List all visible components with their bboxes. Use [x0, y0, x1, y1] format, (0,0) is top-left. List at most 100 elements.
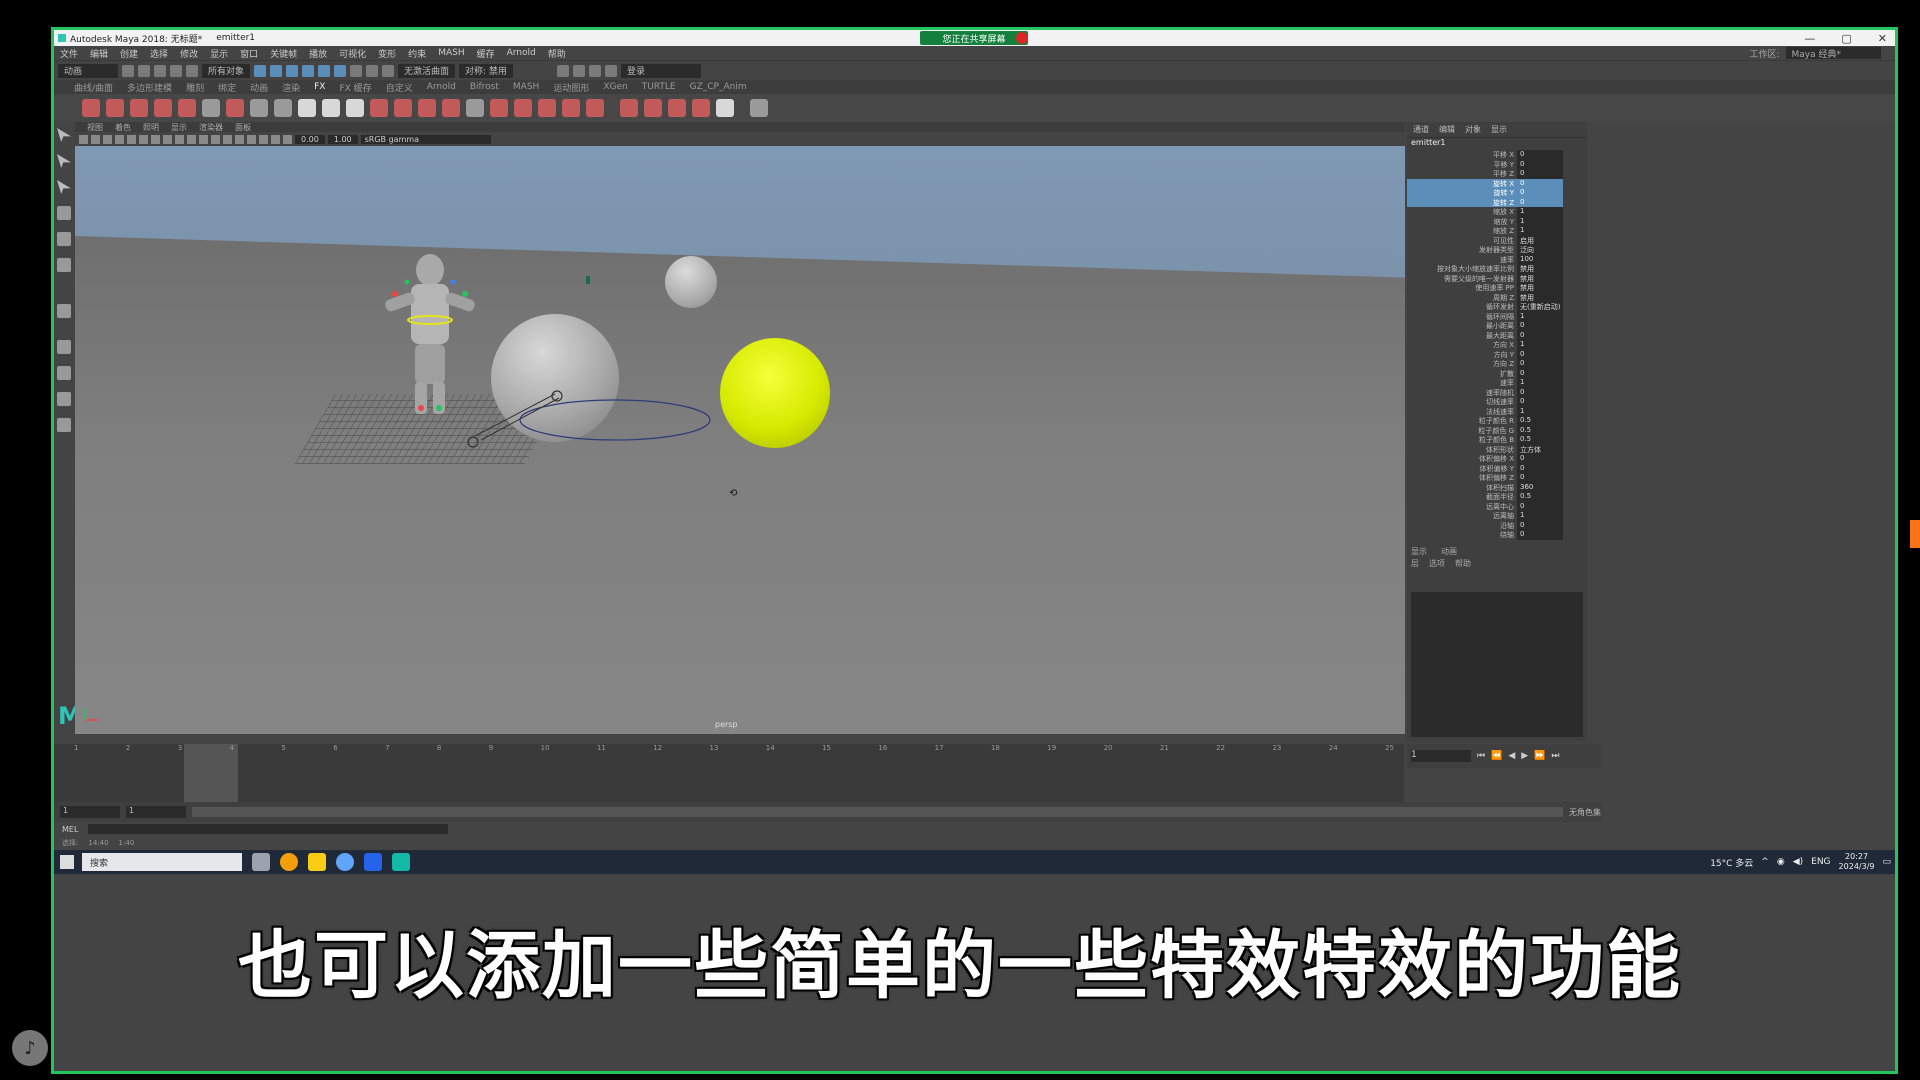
menu-item-7[interactable]: 关键帧 [270, 47, 297, 60]
rigid3-icon[interactable] [514, 99, 532, 117]
attribute-row[interactable]: 方向 X1 [1407, 340, 1587, 350]
range-start-field[interactable]: 1 [60, 806, 120, 818]
shelf-tab-2[interactable]: 雕刻 [186, 81, 204, 94]
attribute-row[interactable]: 速率随机 0 [1407, 387, 1587, 398]
symmetry-dropdown[interactable]: 对称: 禁用 [459, 63, 513, 78]
shelf-tab-8[interactable]: 自定义 [386, 81, 413, 94]
image-plane-icon[interactable] [115, 134, 124, 144]
attribute-value[interactable]: 0 [1517, 169, 1563, 179]
attribute-name[interactable]: 粒子颜色 B [1407, 435, 1517, 445]
snap-grid-icon[interactable] [302, 64, 315, 77]
undo-icon[interactable] [170, 64, 182, 77]
select-hierarchy-icon[interactable] [254, 64, 267, 77]
perspective-viewport[interactable]: ⟲ persp [75, 146, 1405, 734]
gamma-field[interactable]: 1.00 [327, 134, 358, 144]
attribute-row[interactable]: 平移 Y0 [1407, 159, 1587, 170]
attribute-name[interactable]: 方向 Y [1407, 350, 1517, 360]
attribute-name[interactable]: 法线速率 [1407, 407, 1517, 417]
attribute-name[interactable]: 最小距离 [1407, 321, 1517, 331]
attribute-name[interactable]: 旋转 X [1407, 178, 1517, 188]
attribute-name[interactable]: 速率 [1407, 255, 1517, 265]
network-icon[interactable]: ◉ [1777, 857, 1785, 867]
constraint2-icon[interactable] [394, 99, 412, 117]
attribute-row[interactable]: 可见性 启用 [1407, 235, 1587, 245]
attribute-name[interactable]: 旋转 Y [1407, 188, 1517, 198]
attribute-name[interactable]: 速率随机 [1407, 388, 1517, 398]
ao-icon[interactable] [235, 134, 244, 144]
rigid2-icon[interactable] [490, 99, 508, 117]
clock[interactable]: 20:27 2024/3/9 [1839, 852, 1875, 872]
attribute-value[interactable]: 0 [1517, 501, 1563, 511]
four-view-icon[interactable] [57, 366, 71, 380]
tencent-meeting-icon[interactable] [364, 853, 382, 871]
attribute-value[interactable]: 0 [1517, 387, 1563, 397]
attribute-row[interactable]: 体积偏移 X0 [1407, 454, 1587, 464]
step-forward-icon[interactable]: ⏩ [1534, 751, 1545, 761]
gate-mask-icon[interactable] [163, 134, 172, 144]
yellow-sphere[interactable] [720, 338, 830, 448]
last-tool-icon[interactable] [57, 304, 71, 318]
camera-attr-icon[interactable] [91, 134, 100, 144]
snap-curve-icon[interactable] [318, 64, 331, 77]
attribute-name[interactable]: 发射器类型 [1407, 245, 1517, 255]
attribute-row[interactable]: 速率 100 [1407, 254, 1587, 265]
isolate-icon[interactable] [271, 134, 280, 144]
shelf-tab-15[interactable]: GZ_CP_Anim [690, 82, 747, 92]
attribute-row[interactable]: 沿轴 0 [1407, 520, 1587, 530]
scale-tool-icon[interactable] [57, 258, 71, 272]
lights-icon[interactable] [211, 134, 220, 144]
history-icon[interactable] [366, 64, 379, 77]
attribute-row[interactable]: 周期 Z 禁用 [1407, 292, 1587, 303]
attribute-row[interactable]: 使用速率 PP 禁用 [1407, 283, 1587, 293]
open-scene-icon[interactable] [138, 64, 150, 77]
attribute-value[interactable]: 0 [1517, 368, 1563, 378]
attribute-value[interactable]: 禁用 [1517, 264, 1563, 274]
attribute-value[interactable]: 禁用 [1517, 292, 1563, 302]
shelf-tab-5[interactable]: 渲染 [282, 81, 300, 94]
layer-editor-tab-1[interactable]: 动画 [1441, 546, 1457, 558]
textured-icon[interactable] [199, 134, 208, 144]
layer-editor-menu-0[interactable]: 层 [1411, 558, 1419, 570]
attribute-row[interactable]: 体积偏移 Z0 [1407, 473, 1587, 483]
attribute-row[interactable]: 体积扫描 360 [1407, 482, 1587, 493]
menu-item-4[interactable]: 修改 [180, 47, 198, 60]
attribute-value[interactable]: 无(重新启动) [1517, 302, 1563, 312]
attribute-row[interactable]: 体积形状 立方体 [1407, 444, 1587, 454]
attribute-value[interactable]: 0 [1517, 463, 1563, 473]
goto-end-icon[interactable]: ⏭ [1551, 751, 1559, 761]
attribute-row[interactable]: 按对象大小缩放速率比例 禁用 [1407, 264, 1587, 274]
attribute-row[interactable]: 最大距离 0 [1407, 330, 1587, 340]
layer-list[interactable] [1411, 592, 1583, 737]
attribute-name[interactable]: 缩放 X [1407, 207, 1517, 217]
attribute-value[interactable]: 1 [1517, 406, 1563, 416]
attribute-name[interactable]: 方向 Z [1407, 359, 1517, 369]
menu-item-13[interactable]: 缓存 [477, 47, 495, 60]
shelf-tab-10[interactable]: Bifrost [470, 82, 499, 92]
attribute-row[interactable]: 体积偏移 Y0 [1407, 463, 1587, 474]
attribute-name[interactable]: 平移 Z [1407, 169, 1517, 179]
windows-start-icon[interactable] [60, 855, 74, 869]
attribute-row[interactable]: 切线速率 0 [1407, 397, 1587, 407]
select-object-icon[interactable] [270, 64, 283, 77]
attribute-row[interactable]: 旋转 Z0 [1407, 197, 1587, 207]
attribute-value[interactable]: 0 [1517, 321, 1563, 331]
login-dropdown[interactable]: 登录 [620, 63, 701, 78]
attribute-name[interactable]: 体积扫描 [1407, 483, 1517, 493]
grid-toggle-icon[interactable] [127, 134, 136, 144]
panel-layout2-icon[interactable] [572, 64, 585, 77]
attribute-name[interactable]: 周期 Z [1407, 293, 1517, 303]
side-orange-tab[interactable] [1910, 520, 1920, 548]
workspace-dropdown[interactable]: Maya 经典* [1785, 47, 1881, 60]
attribute-name[interactable]: 体积偏移 Y [1407, 464, 1517, 474]
constraint4-icon[interactable] [442, 99, 460, 117]
two-view-icon[interactable] [57, 392, 71, 406]
rigid-icon[interactable] [466, 99, 484, 117]
attribute-row[interactable]: 粒子颜色 G 0.5 [1407, 425, 1587, 435]
attribute-name[interactable]: 缩放 Z [1407, 226, 1517, 236]
attribute-value[interactable]: 0.5 [1517, 416, 1563, 426]
lasso-tool-icon[interactable] [57, 154, 71, 168]
shelf-tab-1[interactable]: 多边形建模 [127, 81, 172, 94]
attribute-name[interactable]: 平移 Y [1407, 160, 1517, 170]
single-view-icon[interactable] [57, 340, 71, 354]
viewport-menu-item-2[interactable]: 照明 [143, 122, 159, 133]
